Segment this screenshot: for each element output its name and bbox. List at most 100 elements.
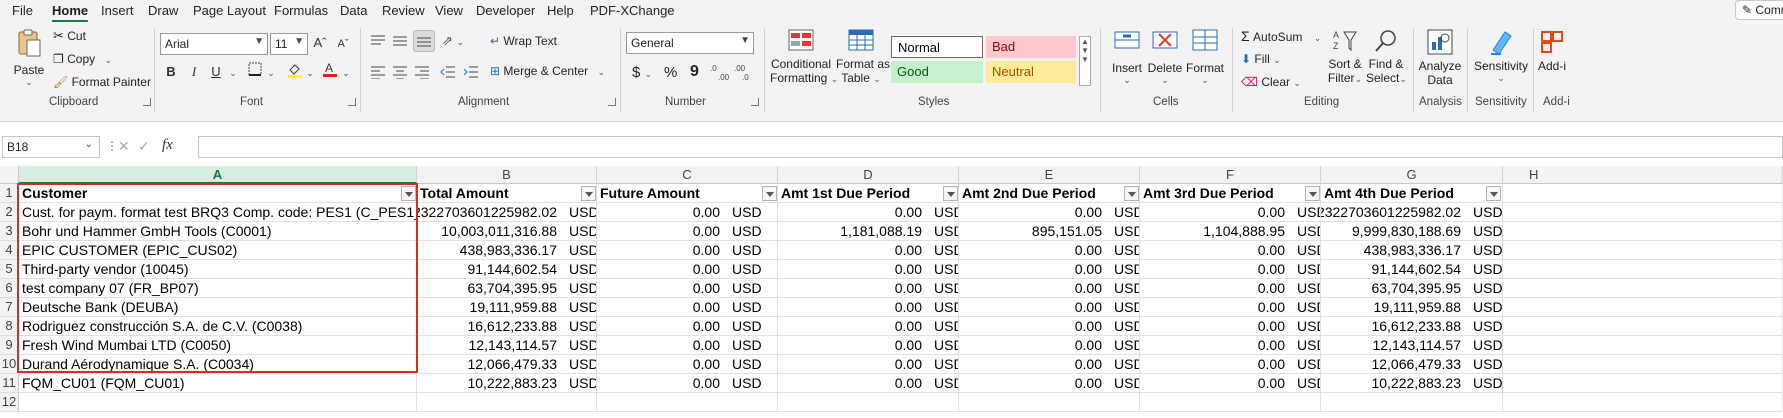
bold-button[interactable]: B [166,64,176,79]
currency-cell[interactable]: USD [930,241,959,260]
currency-cell[interactable]: USD [1110,222,1140,241]
header-cell-amt-2nd[interactable]: Amt 2nd Due Period [959,184,1140,203]
fill-color-dropdown[interactable]: ⌄ [305,64,315,79]
empty-cell[interactable] [1503,184,1783,203]
currency-cell[interactable]: USD [1110,336,1140,355]
column-header-e[interactable]: E [959,166,1140,184]
currency-cell[interactable]: USD [728,279,778,298]
tab-developer[interactable]: Developer [476,3,535,18]
customer-cell[interactable]: FQM_CU01 (FQM_CU01) [19,374,417,393]
align-center-icon[interactable] [392,65,408,79]
style-neutral[interactable]: Neutral [986,61,1076,83]
empty-cell[interactable] [959,393,1140,412]
amount-cell[interactable]: ‎16,612,233.88‎ [1321,317,1469,336]
amount-cell[interactable]: ‎0.00‎ [597,203,728,222]
amount-cell[interactable]: ‎12,143,114.57‎ [417,336,565,355]
amount-cell[interactable]: ‎438,983,336.17‎ [417,241,565,260]
currency-cell[interactable]: USD [1110,203,1140,222]
amount-cell[interactable]: ‎0.00‎ [1140,203,1293,222]
currency-cell[interactable]: USD [1293,298,1321,317]
merge-center-button[interactable]: ⊞ Merge & Center ⌄ [490,64,605,78]
currency-cell[interactable]: USD [1469,241,1503,260]
currency-cell[interactable]: USD [565,203,597,222]
amount-cell[interactable]: ‎0.00‎ [959,241,1110,260]
currency-button[interactable]: $ ⌄ [632,64,652,81]
row-header-7[interactable]: 7 [0,298,19,317]
currency-cell[interactable]: USD [930,336,959,355]
amount-cell[interactable]: ‎0.00‎ [597,279,728,298]
amount-cell[interactable]: ‎1,104,888.95‎ [1140,222,1293,241]
amount-cell[interactable]: ‎0.00‎ [959,260,1110,279]
tab-pdf-xchange[interactable]: PDF-XChange [590,3,675,18]
currency-cell[interactable]: USD [1469,317,1503,336]
header-cell-future-amount[interactable]: Future Amount [597,184,778,203]
currency-cell[interactable]: USD [1110,355,1140,374]
underline-dropdown[interactable]: ⌄ [228,64,238,79]
customer-cell[interactable]: Fresh Wind Mumbai LTD (C0050) [19,336,417,355]
italic-button[interactable]: I [189,64,199,80]
currency-cell[interactable]: USD [728,222,778,241]
currency-cell[interactable]: USD [1469,298,1503,317]
align-bottom-button[interactable] [413,30,435,52]
amount-cell[interactable]: ‎0.00‎ [597,222,728,241]
delete-cells-button[interactable]: Delete ⌄ [1146,28,1184,86]
currency-cell[interactable]: USD [1469,260,1503,279]
currency-cell[interactable]: USD [1293,203,1321,222]
column-header-d[interactable]: D [778,166,959,184]
amount-cell[interactable]: ‎10,222,883.23‎ [417,374,565,393]
alignment-launcher-icon[interactable] [608,98,616,106]
amount-cell[interactable]: ‎0.00‎ [597,355,728,374]
customer-cell[interactable]: Third-party vendor (10045) [19,260,417,279]
currency-cell[interactable]: USD [930,222,959,241]
filter-dropdown-icon[interactable] [943,186,958,201]
format-as-table-button[interactable]: Format as Table ⌄ [836,28,890,85]
customer-cell[interactable]: EPIC CUSTOMER (EPIC_CUS02) [19,241,417,260]
customer-cell[interactable]: Deutsche Bank (DEUBA) [19,298,417,317]
currency-cell[interactable]: USD [728,317,778,336]
name-box[interactable]: B18 ⌄ [2,136,100,158]
style-bad[interactable]: Bad [986,36,1076,58]
amount-cell[interactable]: ‎19,111,959.88‎ [417,298,565,317]
number-format-select[interactable]: General ▼ [626,32,754,54]
amount-cell[interactable]: ‎0.00‎ [778,317,930,336]
amount-cell[interactable]: ‎9,999,830,188.69‎ [1321,222,1469,241]
amount-cell[interactable]: ‎0.00‎ [597,317,728,336]
clipboard-launcher-icon[interactable] [143,98,151,106]
currency-cell[interactable]: USD [728,336,778,355]
amount-cell[interactable]: ‎10,222,883.23‎ [1321,374,1469,393]
filter-dropdown-icon[interactable] [1124,186,1139,201]
amount-cell[interactable]: ‎0.00‎ [1140,298,1293,317]
currency-cell[interactable]: USD [728,355,778,374]
sort-filter-button[interactable]: AZ Sort & Filter⌄ [1325,28,1365,85]
row-header-12[interactable]: 12 [0,393,19,412]
format-cells-button[interactable]: Format ⌄ [1186,28,1224,86]
cut-button[interactable]: ✂ Cut [53,28,86,44]
amount-cell[interactable]: ‎12,143,114.57‎ [1321,336,1469,355]
empty-cell[interactable] [1503,393,1783,412]
amount-cell[interactable]: ‎895,151.05‎ [959,222,1110,241]
amount-cell[interactable]: ‎0.00‎ [959,203,1110,222]
wrap-text-button[interactable]: ↵ Wrap Text [490,34,557,48]
empty-cell[interactable] [1503,222,1783,241]
amount-cell[interactable]: ‎1,181,088.19‎ [778,222,930,241]
amount-cell[interactable]: ‎63,704,395.95‎ [1321,279,1469,298]
amount-cell[interactable]: ‎438,983,336.17‎ [1321,241,1469,260]
currency-cell[interactable]: USD [728,203,778,222]
amount-cell[interactable]: ‎0.00‎ [1140,317,1293,336]
currency-cell[interactable]: USD [1110,298,1140,317]
amount-cell[interactable]: ‎0.00‎ [959,374,1110,393]
percent-button[interactable]: % [664,64,677,81]
tab-page-layout[interactable]: Page Layout [193,3,266,18]
customer-cell[interactable]: test company 07 (FR_BP07) [19,279,417,298]
customer-cell[interactable]: Cust. for paym. format test BRQ3 Comp. c… [19,203,417,222]
currency-cell[interactable]: USD [1469,203,1503,222]
header-cell-amt-1st[interactable]: Amt 1st Due Period [778,184,959,203]
amount-cell[interactable]: ‎0.00‎ [597,241,728,260]
format-painter-button[interactable]: 🖌 Format Painter [53,75,151,89]
currency-cell[interactable]: USD [1293,260,1321,279]
row-header-6[interactable]: 6 [0,279,19,298]
tab-draw[interactable]: Draw [148,3,178,18]
currency-cell[interactable]: USD [1110,317,1140,336]
tab-insert[interactable]: Insert [101,3,134,18]
confirm-entry-icon[interactable]: ✓ [138,138,150,155]
